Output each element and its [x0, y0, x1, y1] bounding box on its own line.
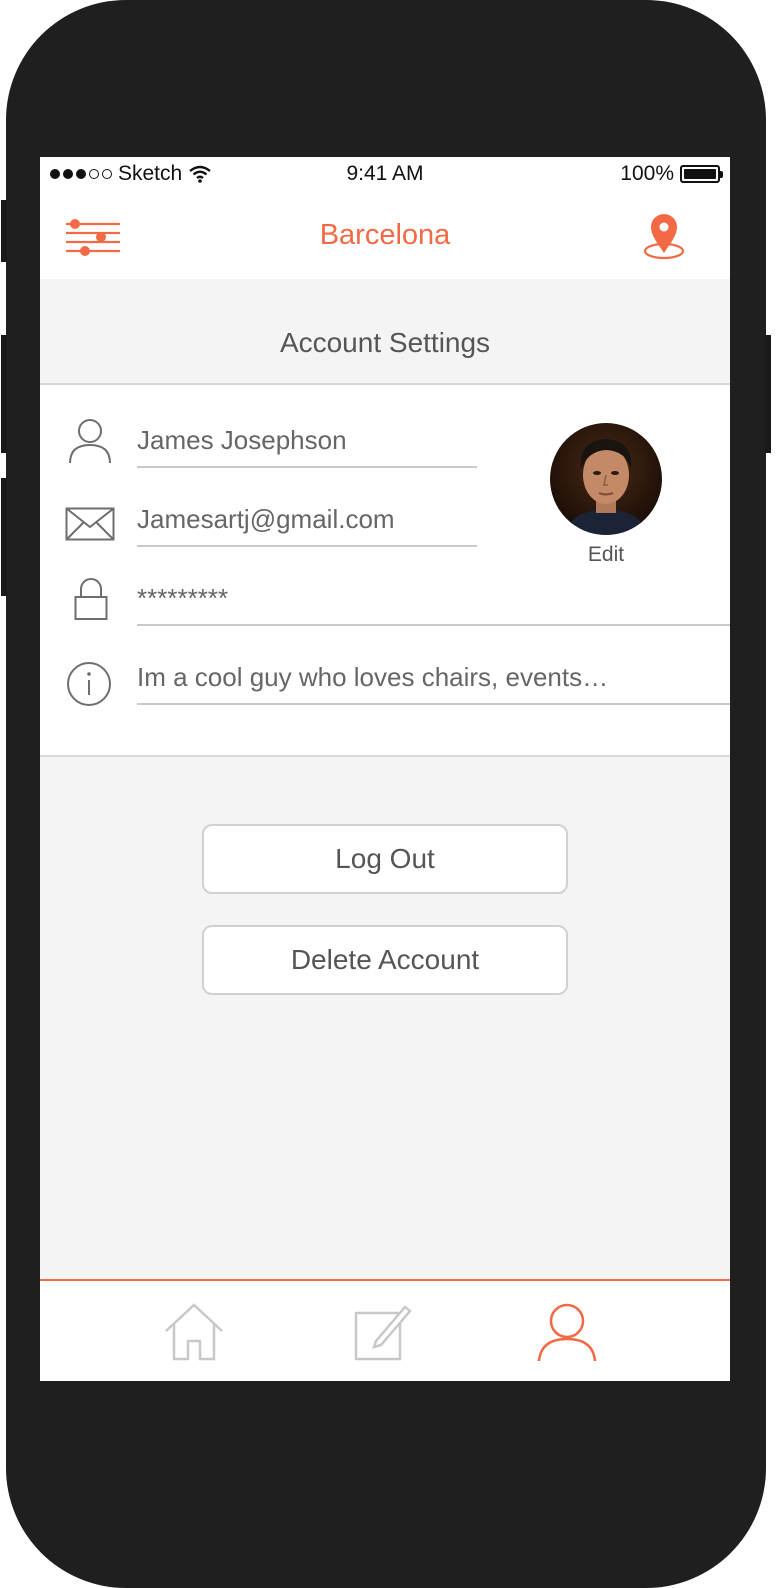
- navigation-bar: Barcelona: [40, 193, 730, 279]
- lock-icon: [74, 578, 108, 620]
- profile-icon: [537, 1303, 597, 1362]
- name-field[interactable]: James Josephson: [137, 425, 477, 468]
- home-icon: [165, 1303, 223, 1361]
- account-form: James Josephson Jamesartj@gmail.com ****…: [40, 385, 730, 757]
- email-field[interactable]: Jamesartj@gmail.com: [137, 504, 477, 547]
- city-title[interactable]: Barcelona: [40, 219, 730, 252]
- password-field[interactable]: *********: [137, 583, 730, 626]
- mute-switch: [1, 200, 7, 262]
- tab-compose[interactable]: [350, 1301, 414, 1365]
- password-value: *********: [137, 583, 229, 613]
- info-icon: [67, 662, 111, 706]
- compose-icon: [354, 1305, 412, 1361]
- location-button[interactable]: [642, 213, 686, 261]
- user-icon: [69, 419, 111, 464]
- location-pin-icon: [643, 214, 685, 260]
- battery-icon: [680, 165, 723, 183]
- volume-up-button: [1, 335, 7, 453]
- logout-button[interactable]: Log Out: [202, 824, 568, 894]
- battery-group: 100%: [620, 162, 723, 186]
- mail-icon: [65, 507, 115, 541]
- email-value: Jamesartj@gmail.com: [137, 504, 395, 534]
- name-value: James Josephson: [137, 425, 347, 455]
- tab-bar: [40, 1279, 730, 1381]
- page-title: Account Settings: [279, 327, 491, 358]
- tab-home[interactable]: [162, 1301, 226, 1365]
- power-button: [765, 335, 771, 453]
- bio-field[interactable]: Im a cool guy who loves chairs, events…: [137, 662, 730, 705]
- battery-percent: 100%: [620, 162, 674, 185]
- bio-value: Im a cool guy who loves chairs, events…: [137, 662, 609, 692]
- tab-profile[interactable]: [535, 1301, 599, 1365]
- profile-photo: [550, 423, 662, 535]
- volume-down-button: [1, 478, 7, 596]
- edit-avatar-link[interactable]: Edit: [550, 543, 662, 567]
- avatar[interactable]: [550, 423, 662, 535]
- delete-account-button[interactable]: Delete Account: [202, 925, 568, 995]
- section-header: Account Settings: [40, 279, 730, 385]
- status-bar: Sketch 9:41 AM 100%: [40, 157, 730, 193]
- app-screen: Sketch 9:41 AM 100% Barcelona Account Se…: [40, 157, 730, 1381]
